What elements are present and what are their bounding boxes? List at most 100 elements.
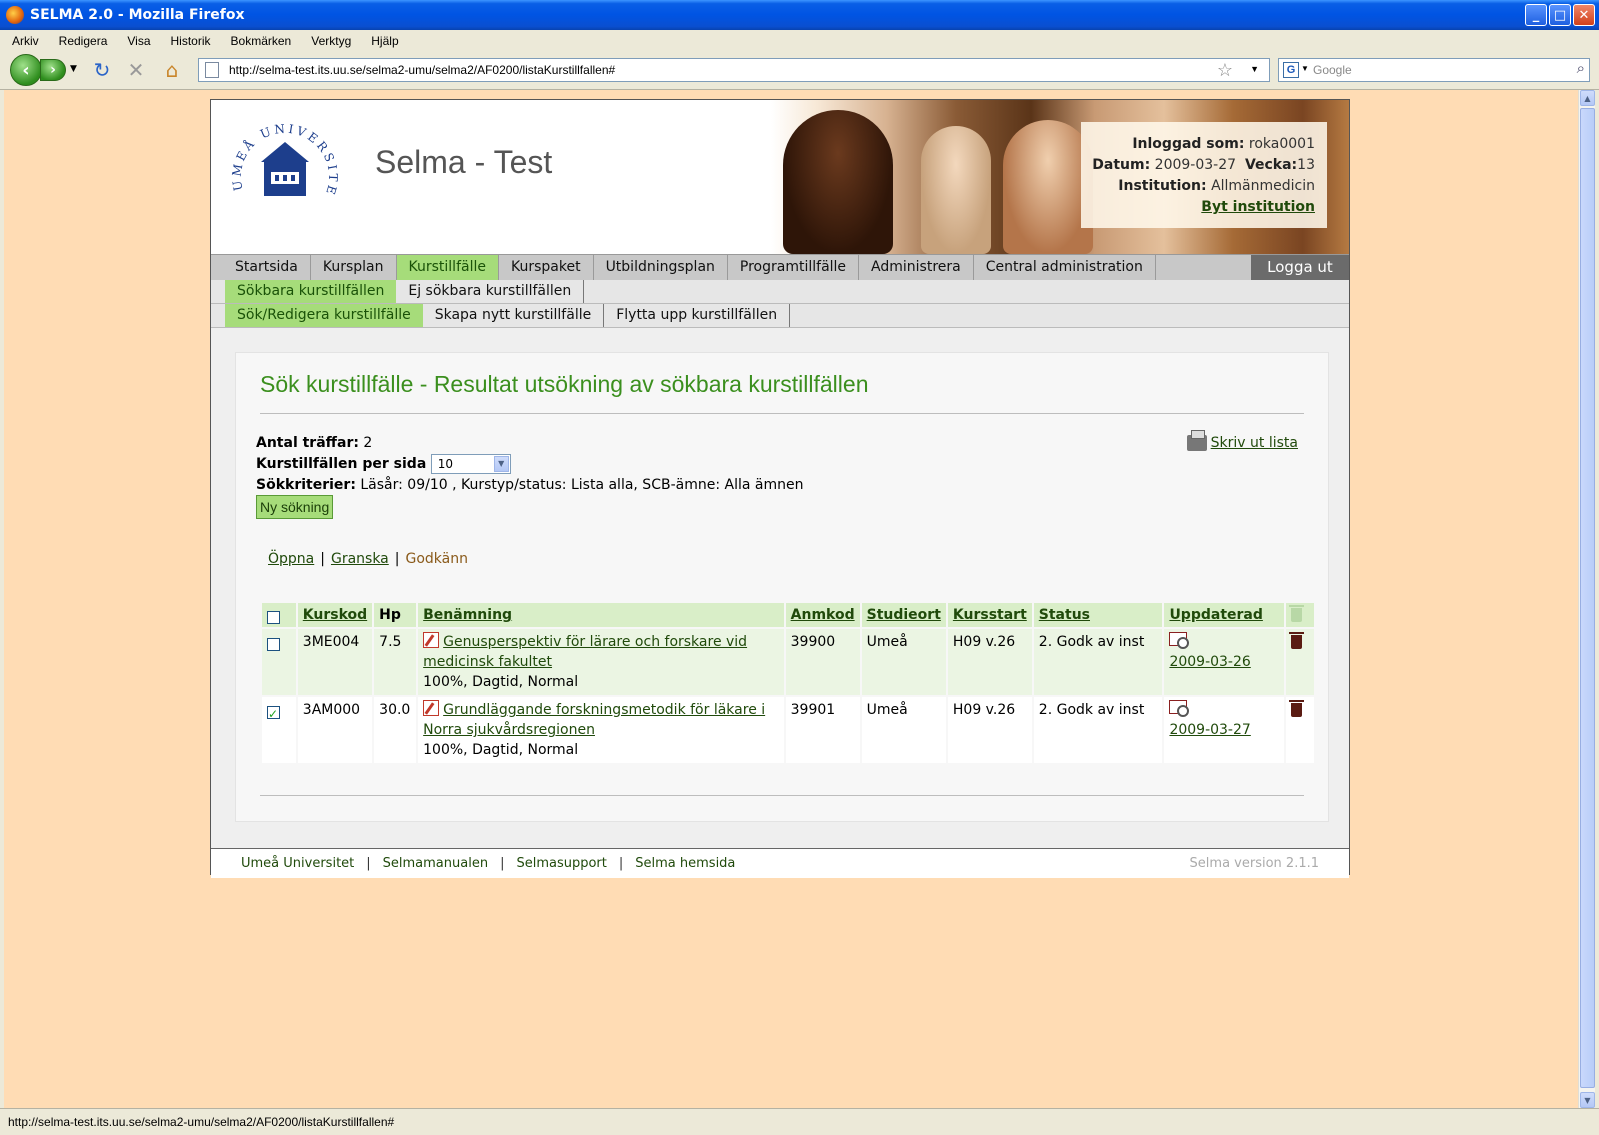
trash-icon[interactable] [1289,700,1305,717]
menu-bokmarken[interactable]: Bokmärken [219,34,300,48]
tab-programtillfalle[interactable]: Programtillfälle [728,255,860,280]
footer-link-support[interactable]: Selmasupport [516,856,606,871]
course-name-link[interactable]: Grundläggande forskningsmetodik för läka… [423,702,765,738]
footer-link-manual[interactable]: Selmamanualen [383,856,488,871]
site-footer: Umeå Universitet | Selmamanualen | Selmasu… [211,848,1349,878]
header-benamning[interactable]: Benämning [418,603,786,627]
cell-kursstart: H09 v.26 [947,697,1034,763]
view-history-icon[interactable] [1169,632,1190,649]
site-header: UMEÅ UNIVERSITET Selma - Test Inloggad s… [211,100,1349,254]
header-status[interactable]: Status [1033,603,1165,627]
updated-date-link[interactable]: 2009-03-26 [1169,654,1250,670]
bookmark-star-icon[interactable]: ☆ [1217,60,1233,81]
footer-link-homepage[interactable]: Selma hemsida [635,856,735,871]
subtab-sokbara[interactable]: Sökbara kurstillfällen [225,280,397,303]
url-text: http://selma-test.its.uu.se/selma2-umu/s… [229,63,616,77]
menu-arkiv[interactable]: Arkiv [0,34,47,48]
maximize-button[interactable]: □ [1549,4,1571,26]
page-icon [205,62,219,78]
printer-icon [1186,430,1207,451]
updated-date-link[interactable]: 2009-03-27 [1169,722,1250,738]
subtab-ej-sokbara[interactable]: Ej sökbara kurstillfällen [396,280,585,303]
institution-label: Institution: [1118,178,1207,194]
print-list-link[interactable]: Skriv ut lista [1186,430,1298,451]
criteria-value: Läsår: 09/10 , Kurstyp/status: Lista all… [360,477,804,493]
course-name-link[interactable]: Genusperspektiv för lärare och forskare … [423,634,747,670]
review-action-link[interactable]: Granska [331,551,389,567]
trash-icon [1289,604,1305,622]
sub-nav-actions: Sök/Redigera kurstillfälle Skapa nytt ku… [211,304,1349,328]
menu-visa[interactable]: Visa [115,34,158,48]
cell-studieort: Umeå [861,697,948,763]
chevron-down-icon: ▼ [493,456,509,472]
edit-icon[interactable] [423,700,440,716]
header-anmkod[interactable]: Anmkod [785,603,862,627]
user-info-box: Inloggad som: roka0001 Datum: 2009-03-27… [1081,122,1327,228]
tab-kursplan[interactable]: Kursplan [311,255,397,280]
menu-verktyg[interactable]: Verktyg [299,34,359,48]
tab-kurstillfalle[interactable]: Kurstillfälle [396,255,499,280]
date-value: 2009-03-27 [1154,157,1237,173]
table-row: 3ME004 7.5 Genusperspektiv för lärare oc… [262,629,1316,695]
url-bar[interactable]: http://selma-test.its.uu.se/selma2-umu/s… [198,58,1270,82]
menu-historik[interactable]: Historik [159,34,219,48]
new-search-button[interactable]: Ny sökning [256,495,334,519]
search-placeholder: Google [1313,63,1352,77]
cell-benamning: Grundläggande forskningsmetodik för läka… [418,697,786,763]
footer-separator: | [618,856,624,871]
menu-redigera[interactable]: Redigera [47,34,116,48]
scroll-up-icon[interactable]: ▲ [1580,90,1595,106]
reload-icon[interactable]: ↻ [90,58,114,82]
heading-divider [260,413,1304,414]
row-select-cell [262,629,298,695]
stop-icon[interactable]: ✕ [124,58,148,82]
tab-startsida[interactable]: Startsida [211,255,311,280]
version-text: Selma version 2.1.1 [1189,856,1319,871]
site-title: Selma - Test [375,144,553,180]
main-content: Sök kurstillfälle - Resultat utsökning a… [211,328,1349,848]
google-engine-icon[interactable]: G [1283,62,1299,78]
subtab-sok-redigera[interactable]: Sök/Redigera kurstillfälle [225,304,423,327]
cell-uppdaterad: 2009-03-26 [1164,629,1287,695]
menu-hjalp[interactable]: Hjälp [359,34,406,48]
change-institution-link[interactable]: Byt institution [1201,199,1315,215]
per-page-select[interactable]: 10 ▼ [430,454,511,474]
footer-link-umu[interactable]: Umeå Universitet [241,856,354,871]
subtab-skapa-nytt[interactable]: Skapa nytt kurstillfälle [423,304,605,327]
row-checkbox[interactable] [267,637,280,651]
back-forward-group: ‹ › ▼ [10,54,82,86]
tab-utbildningsplan[interactable]: Utbildningsplan [594,255,728,280]
trash-icon[interactable] [1289,632,1305,649]
header-studieort[interactable]: Studieort [861,603,948,627]
tab-central-administration[interactable]: Central administration [974,255,1156,280]
forward-arrow-icon[interactable]: › [40,59,66,81]
minimize-button[interactable]: _ [1525,4,1547,26]
footer-separator: | [366,856,371,871]
scroll-down-icon[interactable]: ▼ [1580,1092,1595,1108]
open-action-link[interactable]: Öppna [268,551,314,567]
select-all-checkbox[interactable] [267,610,280,624]
header-kursstart[interactable]: Kursstart [947,603,1034,627]
edit-icon[interactable] [423,632,440,648]
scroll-thumb[interactable] [1580,108,1595,1088]
history-dropdown-icon[interactable]: ▼ [70,64,77,74]
tab-kurspaket[interactable]: Kurspaket [499,255,594,280]
search-icon[interactable]: ⌕ [1577,60,1585,77]
window-title: SELMA 2.0 - Mozilla Firefox [30,7,245,23]
home-icon[interactable]: ⌂ [160,58,184,82]
back-arrow-icon[interactable]: ‹ [10,54,42,86]
subtab-flytta-upp[interactable]: Flytta upp kurstillfällen [604,304,791,327]
header-uppdaterad[interactable]: Uppdaterad [1164,603,1287,627]
engine-dropdown-icon[interactable]: ▼ [1301,64,1309,73]
tab-administrera[interactable]: Administrera [859,255,974,280]
table-row: 3AM000 30.0 Grundläggande forskningsmeto… [262,697,1316,763]
vertical-scrollbar[interactable]: ▲ ▼ [1578,90,1595,1108]
hits-value: 2 [363,435,373,451]
close-button[interactable]: ✕ [1573,4,1595,26]
view-history-icon[interactable] [1169,700,1190,717]
logout-button[interactable]: Logga ut [1251,255,1349,280]
row-checkbox[interactable] [267,704,280,724]
search-bar[interactable]: G ▼ Google ⌕ [1278,58,1590,82]
header-kurskod[interactable]: Kurskod [297,603,375,627]
url-dropdown-icon[interactable]: ▼ [1250,64,1259,74]
